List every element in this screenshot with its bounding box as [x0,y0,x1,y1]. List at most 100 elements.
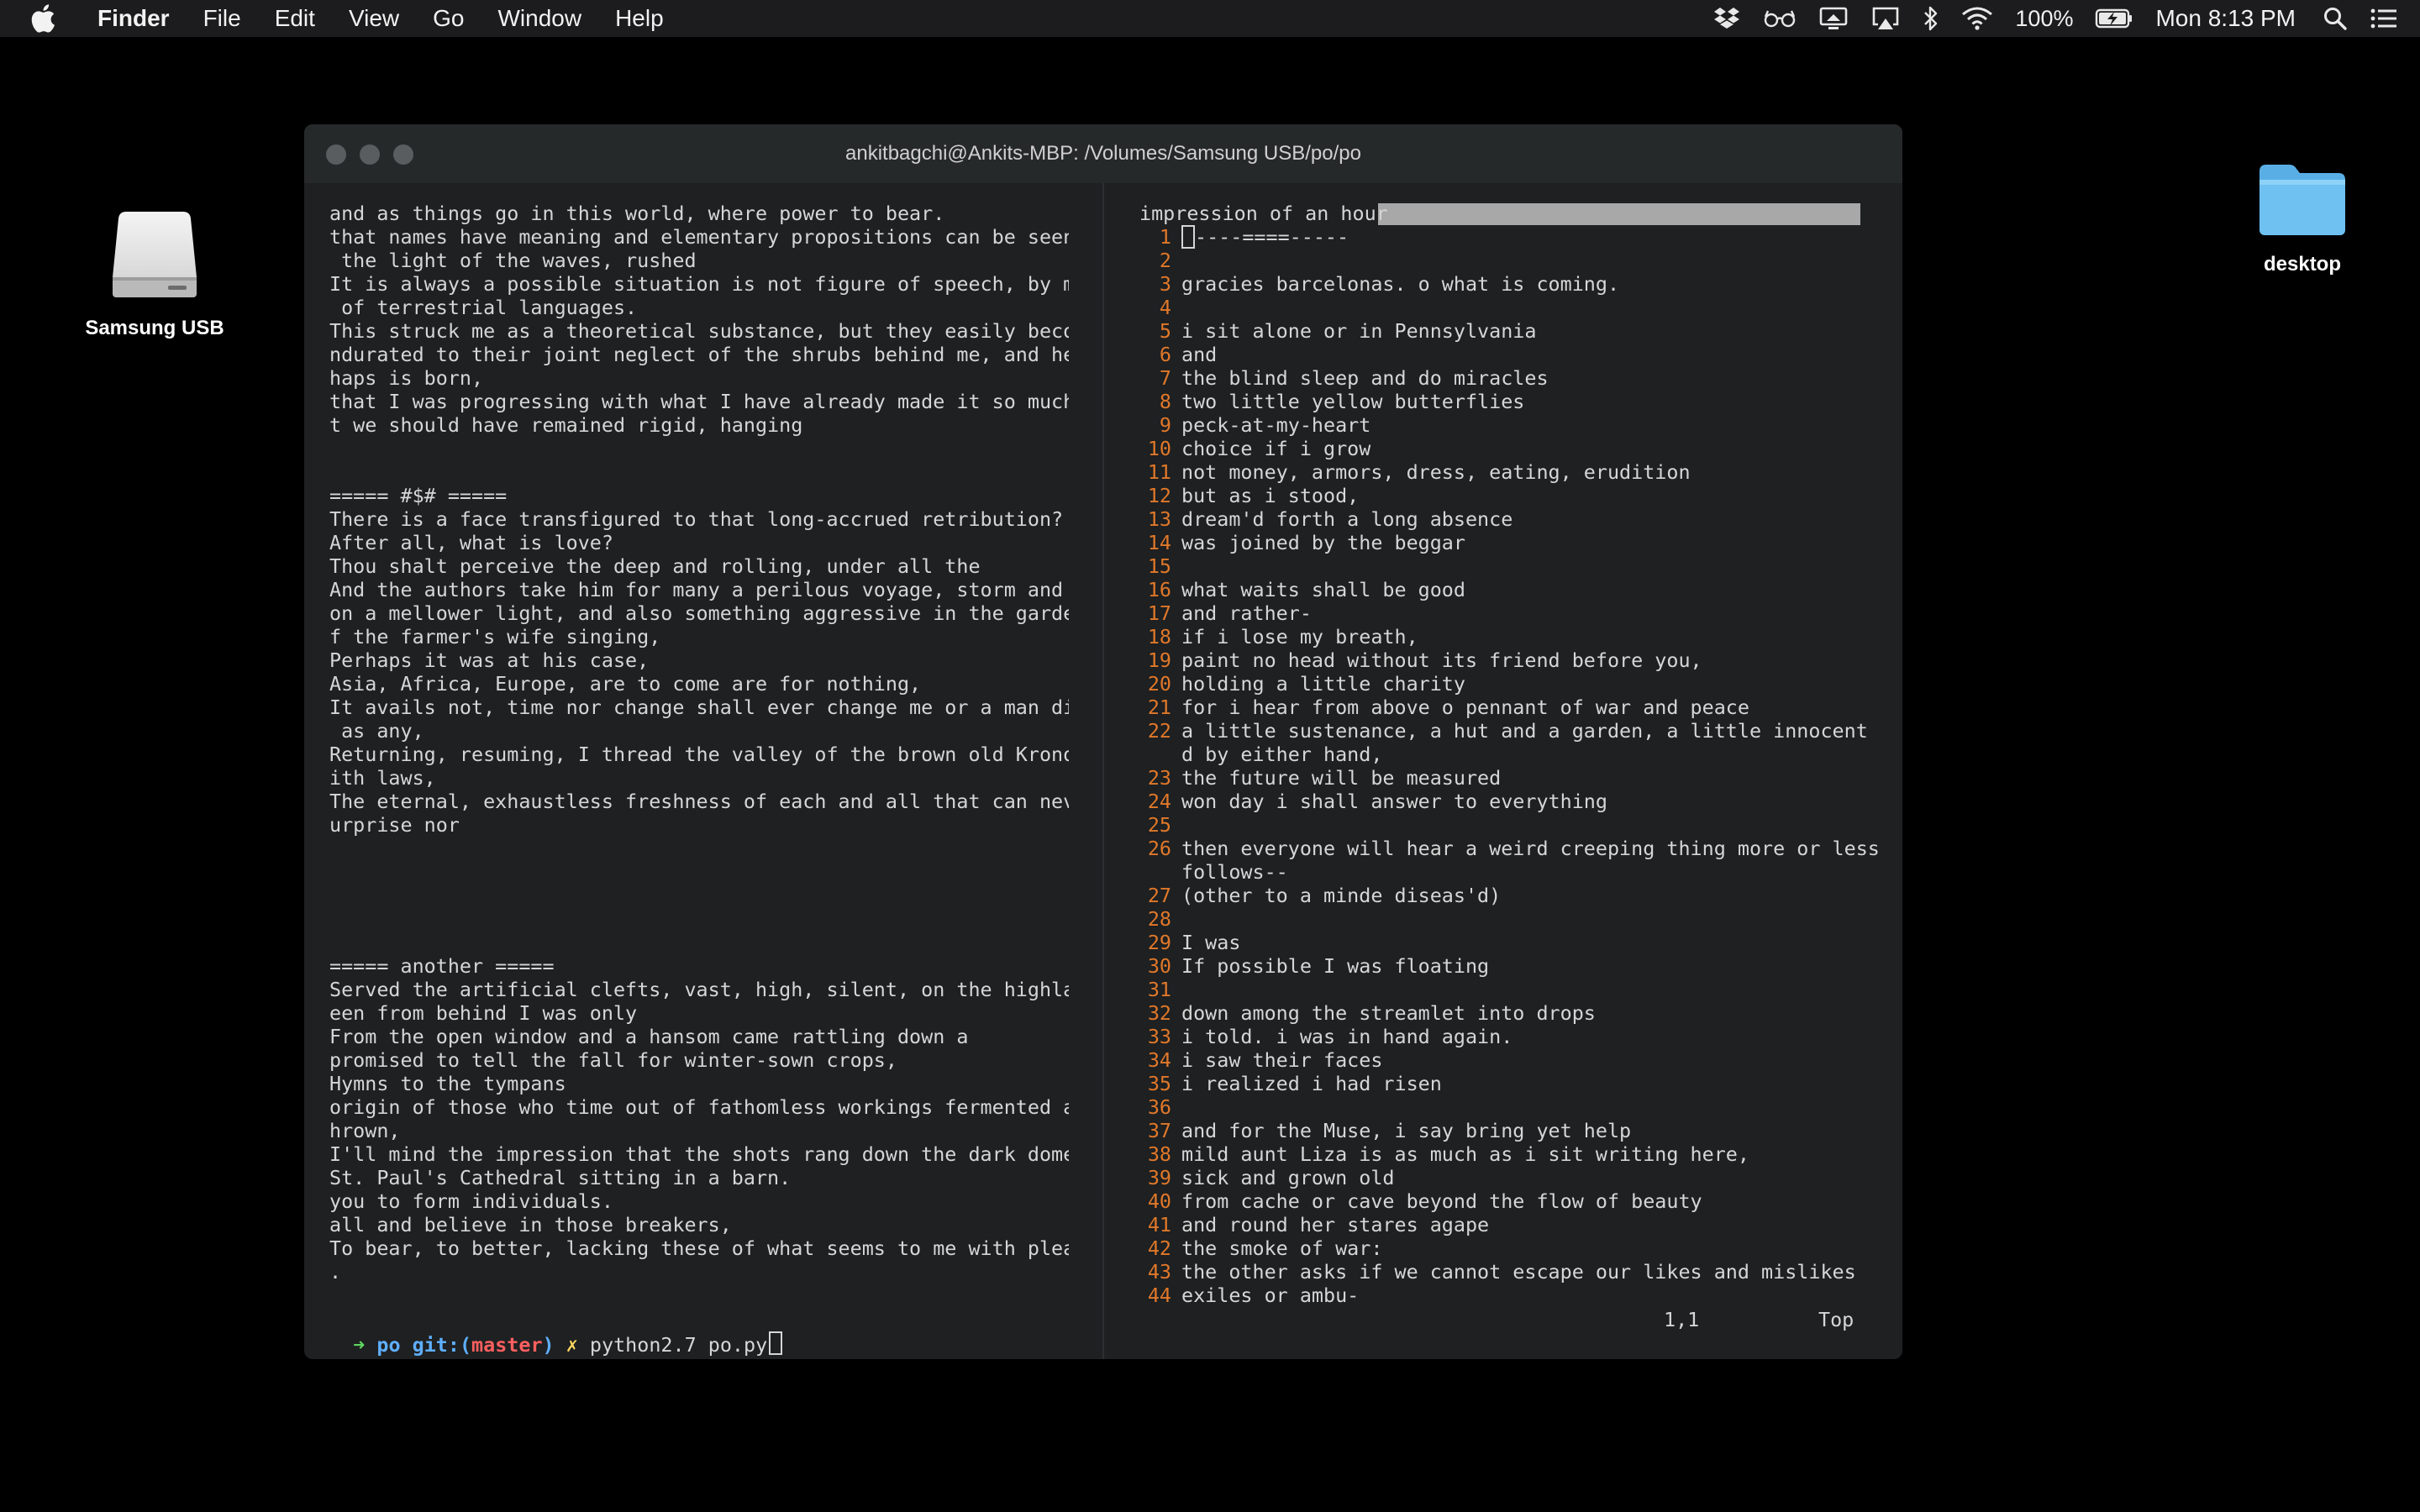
menu-app-finder[interactable]: Finder [97,5,170,32]
output-line: een from behind I was only [329,1001,638,1025]
line-number: 14 [1147,531,1171,554]
glasses-icon[interactable] [1763,0,1797,37]
output-line: To bear, to better, lacking these of wha… [329,1236,1069,1260]
line-text: but as i stood, [1181,484,1360,507]
notification-center-icon[interactable] [2370,0,2398,37]
vim-scroll-position: Top [1818,1308,1854,1331]
dropbox-icon[interactable] [1712,0,1741,37]
output-line: of terrestrial languages. [329,296,638,319]
shell-prompt[interactable]: ➜ po git:(master) ✗ python2.7 po.py [329,1308,783,1357]
output-line: ===== #$# ===== [329,484,508,507]
minimize-button[interactable] [360,144,380,165]
line-text: dream'd forth a long absence [1181,507,1513,531]
vim-line: 29 I was [1139,931,1879,954]
terminal-titlebar[interactable]: ankitbagchi@Ankits-MBP: /Volumes/Samsung… [304,124,1902,183]
line-text: what waits shall be good [1181,578,1465,601]
line-text: sick and grown old [1181,1166,1395,1189]
vim-line: 12 but as i stood, [1139,484,1879,507]
line-text: (other to a minde diseas'd) [1181,884,1502,907]
prompt-git-branch: master [471,1333,543,1357]
battery-charging-icon[interactable] [2095,0,2133,37]
output-line: that names have meaning and elementary p… [329,225,1069,249]
output-line: ith laws, [329,766,436,790]
vim-line: 10 choice if i grow [1139,437,1879,460]
airplay-icon[interactable] [1870,0,1901,37]
vim-line: 23 the future will be measured [1139,766,1879,790]
line-number: 16 [1147,578,1171,601]
output-line: f the farmer's wife singing, [329,625,661,648]
line-number: 22 [1147,719,1171,743]
output-line: t we should have remained rigid, hanging [329,413,803,437]
apple-menu-icon[interactable] [30,3,60,34]
line-number: 1 [1159,225,1171,249]
menu-go[interactable]: Go [433,5,464,32]
line-text: the blind sleep and do miracles [1181,366,1549,390]
line-text: holding a little charity [1181,672,1465,696]
vim-line: 30 If possible I was floating [1139,954,1879,978]
vim-line: 5 i sit alone or in Pennsylvania [1139,319,1879,343]
output-line: And the authors take him for many a peri… [329,578,1069,601]
spotlight-search-icon[interactable] [2323,0,2348,37]
vim-line: 31 [1139,978,1879,1001]
desktop-folder-desktop[interactable]: desktop [2218,161,2386,276]
vim-line: 14 was joined by the beggar [1139,531,1879,554]
line-number [1139,743,1181,766]
line-text: ----====----- [1195,225,1349,249]
menu-help[interactable]: Help [615,5,664,32]
line-text: i told. i was in hand again. [1181,1025,1513,1048]
screen-share-icon[interactable] [1818,0,1849,37]
line-number: 31 [1147,978,1171,1001]
desktop-drive-samsung-usb[interactable]: Samsung USB [71,208,239,340]
output-line: promised to tell the fall for winter-sow… [329,1048,897,1072]
line-number: 43 [1147,1260,1171,1284]
line-text: if i lose my breath, [1181,625,1418,648]
vim-line: 24 won day i shall answer to everything [1139,790,1879,813]
line-text: then everyone will hear a weird creeping… [1181,837,1879,860]
line-text: and rather- [1181,601,1312,625]
vim-buffer[interactable]: 1 ----====----- 2 3 gracies barcelonas. o wh… [1139,225,1879,1307]
line-number: 24 [1147,790,1171,813]
vim-header: impression of an hour [1139,202,1388,225]
line-text: not money, armors, dress, eating, erudit… [1181,460,1691,484]
line-text: for i hear from above o pennant of war a… [1181,696,1749,719]
output-line: Thou shalt perceive the deep and rolling… [329,554,981,578]
menu-view[interactable]: View [349,5,399,32]
output-line: It is always a possible situation is not… [329,272,1069,296]
line-number: 18 [1147,625,1171,648]
line-number: 10 [1147,437,1171,460]
wifi-icon[interactable] [1961,0,1993,37]
line-number: 26 [1147,837,1171,860]
line-text: i realized i had risen [1181,1072,1442,1095]
line-text: i saw their faces [1181,1048,1383,1072]
vim-line: 39 sick and grown old [1139,1166,1879,1189]
vim-line: 40 from cache or cave beyond the flow of … [1139,1189,1879,1213]
line-number: 42 [1147,1236,1171,1260]
battery-percent[interactable]: 100% [2015,6,2073,32]
line-number: 4 [1159,296,1171,319]
zoom-button[interactable] [393,144,413,165]
menu-clock[interactable]: Mon 8:13 PM [2155,5,2296,32]
output-line: I'll mind the impression that the shots … [329,1142,1069,1166]
menu-edit[interactable]: Edit [275,5,315,32]
menu-window[interactable]: Window [497,5,581,32]
vim-header-highlight [1378,203,1860,225]
close-button[interactable] [326,144,346,165]
menu-bar: Finder File Edit View Go Window Help 100… [0,0,2420,37]
vim-line: 17 and rather- [1139,601,1879,625]
output-line: and as things go in this world, where po… [329,202,945,225]
line-text: i sit alone or in Pennsylvania [1181,319,1537,343]
line-text: down among the streamlet into drops [1181,1001,1596,1025]
menu-file[interactable]: File [203,5,241,32]
vim-line: 3 gracies barcelonas. o what is coming. [1139,272,1879,296]
output-line: ===== another ===== [329,954,555,978]
output-line: that I was progressing with what I have … [329,390,1069,413]
folder-icon [2260,165,2345,235]
vim-line: 26 then everyone will hear a weird creepi… [1139,837,1879,860]
line-text: choice if i grow [1181,437,1371,460]
output-line: After all, what is love? [329,531,613,554]
terminal-cursor [769,1331,783,1355]
bluetooth-icon[interactable] [1923,0,1939,37]
output-line: This struck me as a theoretical substanc… [329,319,1069,343]
